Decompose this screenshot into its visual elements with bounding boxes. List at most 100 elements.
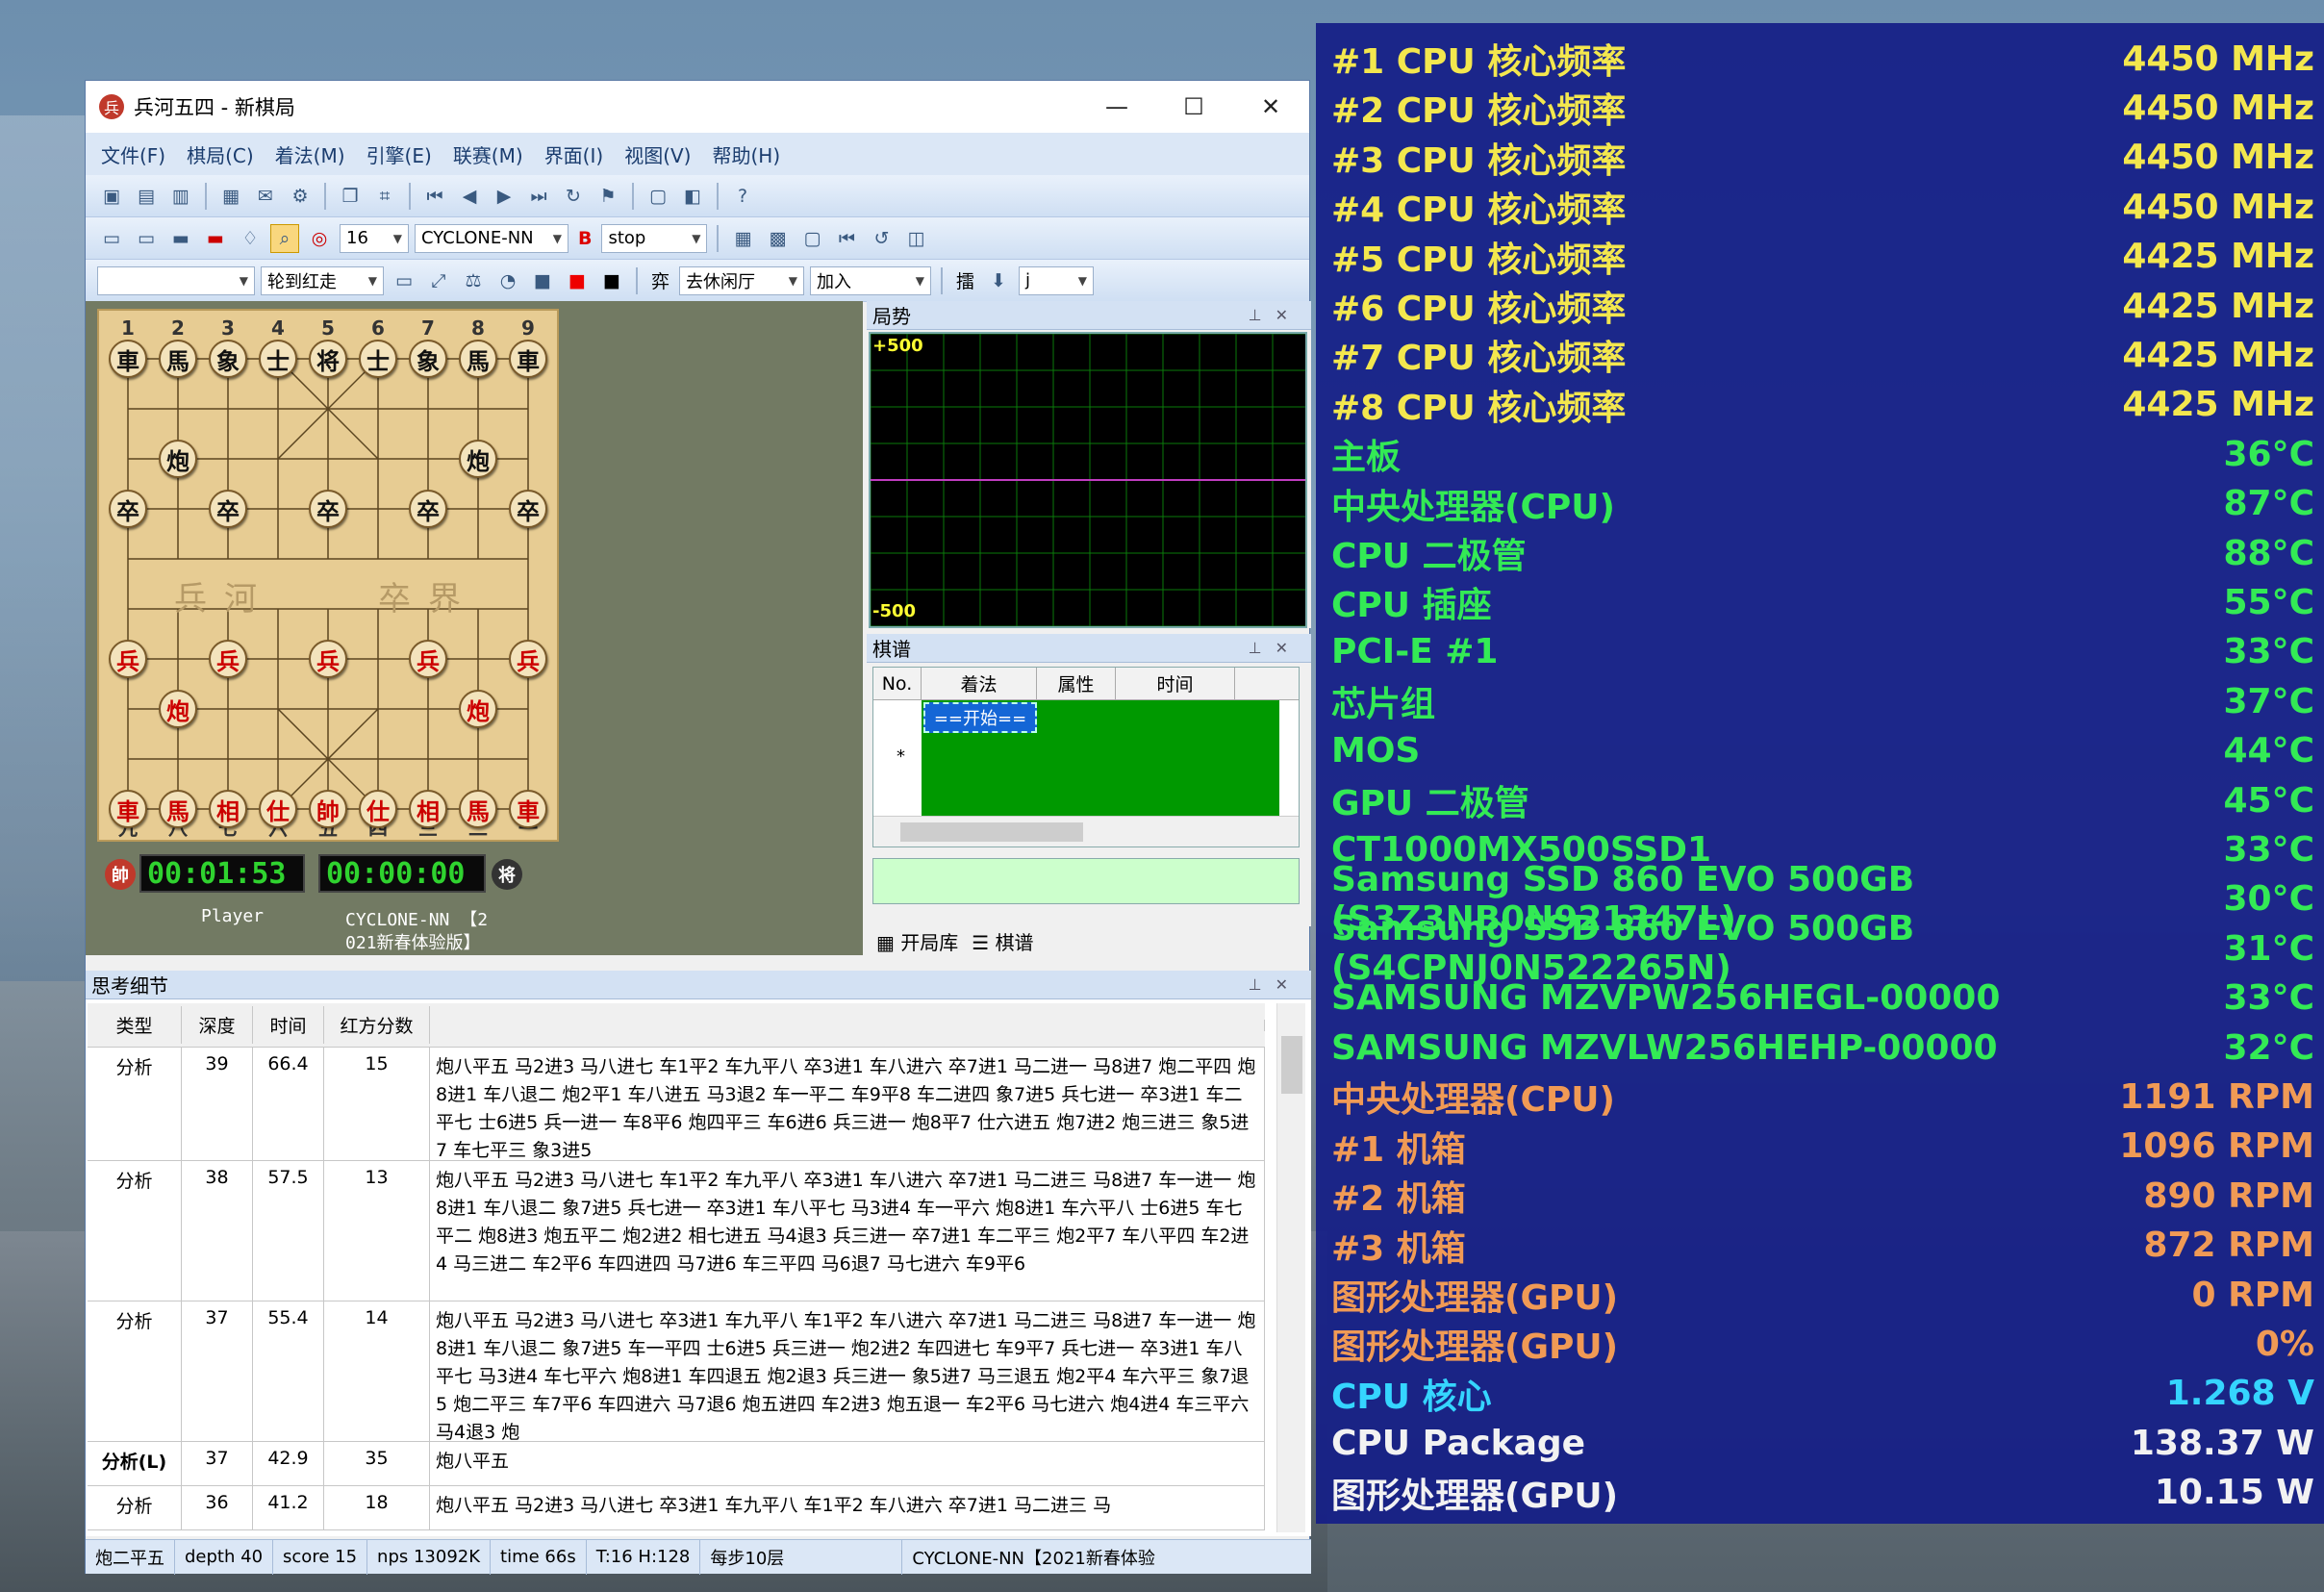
settings-icon[interactable]: ⚙	[286, 182, 315, 211]
red-piece[interactable]: 兵	[409, 640, 447, 678]
pin-icon[interactable]: ⊥	[1249, 975, 1276, 994]
engine-select[interactable]: CYCLONE-NN ▼	[415, 223, 568, 253]
start-move-row[interactable]: ==开始==	[923, 702, 1037, 733]
table-row[interactable]: 分析(L) 37 42.9 35 炮八平五	[88, 1442, 1265, 1486]
black-piece[interactable]: 馬	[159, 340, 197, 378]
flip-icon[interactable]: ⤢	[424, 266, 453, 295]
red-piece[interactable]: 兵	[109, 640, 147, 678]
red-piece[interactable]: 仕	[259, 790, 297, 828]
red-piece[interactable]: 炮	[159, 690, 197, 728]
col-score[interactable]: 红方分数	[324, 1006, 430, 1044]
download-icon[interactable]: ⬇	[984, 266, 1013, 295]
black-piece[interactable]: 士	[259, 340, 297, 378]
hall-select[interactable]: 去休闲厅 ▼	[679, 265, 805, 295]
red-flag-icon[interactable]: ▬	[201, 224, 230, 253]
pin-icon[interactable]: ⊥	[1249, 306, 1276, 324]
new-icon[interactable]: ▣	[97, 182, 126, 211]
prev-move-icon[interactable]: ◀	[455, 182, 484, 211]
red-piece[interactable]: 炮	[459, 690, 497, 728]
next-move-icon[interactable]: ▶	[490, 182, 518, 211]
comment-box[interactable]	[872, 858, 1300, 904]
black-piece[interactable]: 卒	[209, 490, 247, 528]
hscroll-thumb[interactable]	[900, 822, 1083, 842]
mail-icon[interactable]: ✉	[251, 182, 280, 211]
computer-icon[interactable]: ▬	[166, 224, 195, 253]
col-type[interactable]: 类型	[88, 1006, 182, 1044]
analysis-vscroll[interactable]	[1276, 1003, 1305, 1532]
pane-close-icon[interactable]: ✕	[1276, 306, 1301, 324]
menu-file[interactable]: 文件(F)	[101, 140, 165, 168]
rewind-icon[interactable]: ⏮	[832, 224, 861, 253]
board-icon[interactable]: ▭	[390, 266, 418, 295]
grid2-icon[interactable]: ▩	[763, 224, 792, 253]
tab-notation[interactable]: ☰ 棋谱	[972, 927, 1033, 955]
paste-icon[interactable]: ⌗	[370, 182, 399, 211]
red-piece[interactable]: 兵	[509, 640, 547, 678]
screen-icon[interactable]: ▢	[797, 224, 826, 253]
monitor2-icon[interactable]: ▭	[132, 224, 161, 253]
tile-icon[interactable]: ◧	[678, 182, 707, 211]
red-piece[interactable]: 車	[109, 790, 147, 828]
black-piece[interactable]: 士	[359, 340, 397, 378]
bold-icon[interactable]: B	[574, 228, 595, 249]
black-piece[interactable]: 車	[109, 340, 147, 378]
target-icon[interactable]: ◎	[305, 224, 334, 253]
pin-icon[interactable]: ⊥	[1249, 639, 1276, 657]
scale-icon[interactable]: ⚖	[459, 266, 488, 295]
menu-moves[interactable]: 着法(M)	[275, 140, 345, 168]
black-piece[interactable]: 卒	[109, 490, 147, 528]
maximize-button[interactable]: ☐	[1155, 81, 1232, 133]
first-move-icon[interactable]: ⏮	[420, 182, 449, 211]
move-list[interactable]: No. 着法 属性 时间 ==开始== *	[872, 667, 1300, 847]
black-piece[interactable]: 卒	[309, 490, 347, 528]
col-depth[interactable]: 深度	[182, 1006, 253, 1044]
red-piece[interactable]: 相	[409, 790, 447, 828]
black-piece[interactable]: 車	[509, 340, 547, 378]
col-time[interactable]: 时间	[1116, 668, 1235, 699]
analyze-icon[interactable]: ⌕	[270, 223, 299, 253]
help-icon[interactable]: ?	[728, 182, 757, 211]
depth-select[interactable]: 16 ▼	[340, 223, 409, 253]
square-icon[interactable]: ■	[528, 266, 557, 295]
refresh-icon[interactable]: ↻	[559, 182, 588, 211]
black-piece[interactable]: 象	[209, 340, 247, 378]
minimize-button[interactable]: —	[1078, 81, 1155, 133]
black-piece[interactable]: 卒	[409, 490, 447, 528]
col-time[interactable]: 时间	[253, 1006, 324, 1044]
close-button[interactable]: ✕	[1232, 81, 1309, 133]
red-piece[interactable]: 相	[209, 790, 247, 828]
open-icon[interactable]: ▤	[132, 182, 161, 211]
save-icon[interactable]: ▥	[166, 182, 195, 211]
menu-league[interactable]: 联赛(M)	[453, 140, 523, 168]
window-icon[interactable]: ▢	[644, 182, 672, 211]
bulb-icon[interactable]: ♢	[236, 224, 265, 253]
xiangqi-board[interactable]: 123456789 九八七六五四三二一 兵河 卒界 車馬象士将士象馬車炮炮卒卒卒…	[97, 309, 559, 842]
red-piece[interactable]: 兵	[209, 640, 247, 678]
join-select[interactable]: 加入 ▼	[810, 265, 932, 295]
monitor-icon[interactable]: ▭	[97, 224, 126, 253]
grid-icon[interactable]: ▦	[728, 224, 757, 253]
pane-close-icon[interactable]: ✕	[1276, 639, 1301, 657]
edit-board-icon[interactable]: ▦	[216, 182, 245, 211]
black-piece[interactable]: 将	[309, 340, 347, 378]
menu-game[interactable]: 棋局(C)	[187, 140, 254, 168]
table-row[interactable]: 分析 39 66.4 15 炮八平五 马2进3 马八进七 车1平2 车九平八 卒…	[88, 1048, 1265, 1161]
col-move[interactable]: 着法	[922, 668, 1037, 699]
black-square-icon[interactable]: ■	[597, 266, 626, 295]
menu-engine[interactable]: 引擎(E)	[366, 140, 432, 168]
blank-select[interactable]: ▼	[97, 265, 255, 295]
table-row[interactable]: 分析 38 57.5 13 炮八平五 马2进3 马八进七 车1平2 车九平八 卒…	[88, 1161, 1265, 1301]
red-piece[interactable]: 帥	[309, 790, 347, 828]
red-piece[interactable]: 車	[509, 790, 547, 828]
menu-interface[interactable]: 界面(I)	[544, 140, 604, 168]
vscroll-thumb[interactable]	[1281, 1036, 1302, 1094]
title-bar[interactable]: 兵 兵河五四 - 新棋局 — ☐ ✕	[86, 81, 1309, 133]
black-piece[interactable]: 象	[409, 340, 447, 378]
col-attr[interactable]: 属性	[1037, 668, 1116, 699]
col-pv[interactable]	[430, 1019, 1265, 1031]
cycle-icon[interactable]: ↺	[867, 224, 896, 253]
menu-help[interactable]: 帮助(H)	[713, 140, 781, 168]
black-piece[interactable]: 卒	[509, 490, 547, 528]
red-piece[interactable]: 馬	[459, 790, 497, 828]
tab-opening-book[interactable]: ▦ 开局库	[876, 927, 958, 955]
